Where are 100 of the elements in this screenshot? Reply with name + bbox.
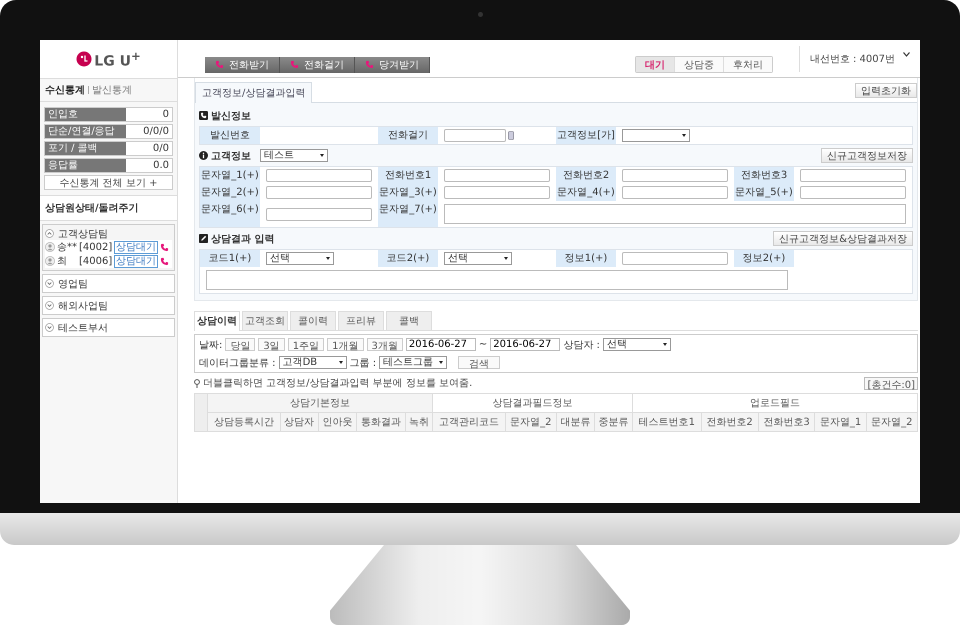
column-header[interactable]: 테스트번호1 bbox=[632, 412, 702, 432]
date-field[interactable]: 2016-06-27 bbox=[490, 338, 560, 351]
info-icon bbox=[199, 151, 208, 160]
agent-name: 최 bbox=[57, 255, 68, 268]
column-header[interactable]: 전화번호3 bbox=[758, 412, 815, 432]
form-tab[interactable]: 고객정보/상담결과입력 bbox=[195, 82, 312, 103]
call-button[interactable]: 당겨받기 bbox=[355, 56, 430, 72]
range-button[interactable]: 3개월 bbox=[366, 338, 403, 351]
history-tab[interactable]: 고객조회 bbox=[242, 311, 288, 330]
stat-label: 단순/연결/응답 bbox=[45, 125, 126, 138]
chevron-icon[interactable] bbox=[45, 323, 54, 332]
caret-icon[interactable] bbox=[903, 52, 910, 57]
text-area[interactable] bbox=[444, 204, 906, 224]
save-button[interactable]: 신규고객정보저장 bbox=[821, 148, 913, 163]
input-field[interactable] bbox=[622, 186, 728, 199]
customer-type-select[interactable]: 테스트 bbox=[260, 149, 328, 162]
input-field[interactable] bbox=[266, 169, 372, 182]
dropdown-select[interactable]: 선택 bbox=[444, 252, 512, 265]
field-label: 전화걸기 bbox=[378, 127, 438, 144]
input-field[interactable] bbox=[266, 186, 372, 199]
dropdown-select[interactable] bbox=[622, 129, 690, 142]
count-button[interactable]: [총건수:0] bbox=[864, 376, 918, 390]
column-header[interactable]: 고객관리코드 bbox=[432, 412, 506, 432]
history-tab[interactable]: 콜이력 bbox=[290, 311, 336, 330]
phone-icon[interactable] bbox=[508, 131, 514, 140]
team-name[interactable]: 해외사업팀 bbox=[58, 298, 108, 312]
column-header[interactable]: 대분류 bbox=[556, 412, 594, 432]
input-field[interactable] bbox=[800, 169, 906, 182]
range-button[interactable]: 당일 bbox=[225, 338, 256, 351]
search-button[interactable]: 검색 bbox=[458, 356, 500, 369]
input-field[interactable] bbox=[622, 252, 728, 265]
section-title: 상담원상태/돌려주기 bbox=[40, 196, 177, 221]
history-tab[interactable]: 상담이력 bbox=[194, 311, 240, 331]
status-tab[interactable]: 후처리 bbox=[722, 57, 772, 72]
extension-text: 내선번호 : 4007번 bbox=[810, 52, 895, 66]
status-tab[interactable]: 상담중 bbox=[674, 57, 723, 72]
group-header: 상담결과필드정보 bbox=[432, 394, 633, 412]
webcam-dot bbox=[478, 12, 482, 17]
group-type-select[interactable]: 고객DB bbox=[278, 356, 347, 369]
phone-icon bbox=[365, 60, 374, 69]
stats-tab[interactable]: 수신통계 bbox=[45, 83, 85, 97]
column-header[interactable]: 전화번호2 bbox=[701, 412, 758, 432]
header-cell bbox=[194, 394, 208, 432]
column-header[interactable]: 상담자 bbox=[280, 412, 318, 432]
call-button[interactable]: 전화받기 bbox=[205, 56, 280, 72]
input-field[interactable] bbox=[444, 169, 550, 182]
reset-button[interactable]: 입력초기화 bbox=[855, 82, 917, 98]
field-label: 전화번호1 bbox=[378, 167, 438, 184]
input-field[interactable] bbox=[444, 129, 506, 142]
section-title: 고객정보 bbox=[211, 150, 251, 162]
team-name[interactable]: 테스트부서 bbox=[58, 320, 108, 334]
group-select[interactable]: 테스트그룹 bbox=[379, 356, 448, 369]
field-label: 문자열_3(+) bbox=[378, 184, 438, 201]
history-tab[interactable]: 콜백 bbox=[386, 311, 432, 330]
section-title: 상담결과 입력 bbox=[211, 232, 274, 246]
group-type-label: 데이터그룹분류 : bbox=[199, 356, 276, 370]
dropdown-select[interactable]: 선택 bbox=[266, 252, 334, 265]
chevron-icon[interactable] bbox=[45, 279, 54, 288]
column-header[interactable]: 인아웃 bbox=[318, 412, 356, 432]
group-header: 상담기본정보 bbox=[208, 394, 432, 412]
group-label: 그룹 : bbox=[350, 356, 376, 370]
field-label: 문자열_2(+) bbox=[200, 184, 260, 201]
input-field[interactable] bbox=[800, 186, 906, 199]
input-field[interactable] bbox=[266, 208, 372, 220]
column-header[interactable]: 통화결과 bbox=[356, 412, 406, 432]
view-all-button[interactable]: 수신통계 전체 보기 + bbox=[44, 175, 173, 190]
field-label: 코드1(+) bbox=[200, 250, 260, 267]
column-header[interactable]: 문자열_2 bbox=[505, 412, 556, 432]
column-header[interactable]: 문자열_2 bbox=[866, 412, 918, 432]
agent-label: 상담자 : bbox=[563, 338, 600, 352]
column-header[interactable]: 녹취 bbox=[406, 412, 432, 432]
range-button[interactable]: 3일 bbox=[258, 338, 285, 351]
stat-value: 0.0 bbox=[126, 159, 172, 172]
agent-status: 상담대기 bbox=[114, 254, 158, 268]
input-field[interactable] bbox=[622, 169, 728, 182]
field-label: 문자열_7(+) bbox=[378, 201, 438, 227]
range-button[interactable]: 1주일 bbox=[288, 338, 324, 351]
field-label: 정보1(+) bbox=[556, 250, 616, 267]
column-header[interactable]: 상담등록시간 bbox=[208, 412, 280, 432]
chevron-icon[interactable] bbox=[45, 301, 54, 310]
agent-extension: [4006] bbox=[79, 256, 112, 266]
status-tab[interactable]: 대기 bbox=[636, 57, 674, 72]
history-tab[interactable]: 프리뷰 bbox=[338, 311, 384, 330]
date-label: 날짜: bbox=[199, 338, 222, 352]
call-button[interactable]: 전화걸기 bbox=[280, 56, 355, 72]
text-area[interactable] bbox=[206, 270, 788, 290]
phone-icon bbox=[160, 242, 169, 252]
input-field[interactable] bbox=[444, 186, 550, 199]
chevron-icon[interactable] bbox=[45, 229, 54, 238]
column-header[interactable]: 문자열_1 bbox=[814, 412, 866, 432]
column-header[interactable]: 중분류 bbox=[594, 412, 633, 432]
logo-icon bbox=[76, 51, 92, 67]
date-field[interactable]: 2016-06-27 bbox=[406, 338, 476, 351]
edit-icon bbox=[199, 234, 208, 243]
agent-select[interactable]: 선택 bbox=[602, 338, 671, 351]
save-button[interactable]: 신규고객정보&상담결과저장 bbox=[773, 231, 913, 246]
stats-tab[interactable]: 발신통계 bbox=[92, 83, 132, 97]
team-name[interactable]: 영업팀 bbox=[58, 276, 88, 290]
team-name[interactable]: 고객상담팀 bbox=[58, 226, 108, 240]
range-button[interactable]: 1개월 bbox=[327, 338, 364, 351]
